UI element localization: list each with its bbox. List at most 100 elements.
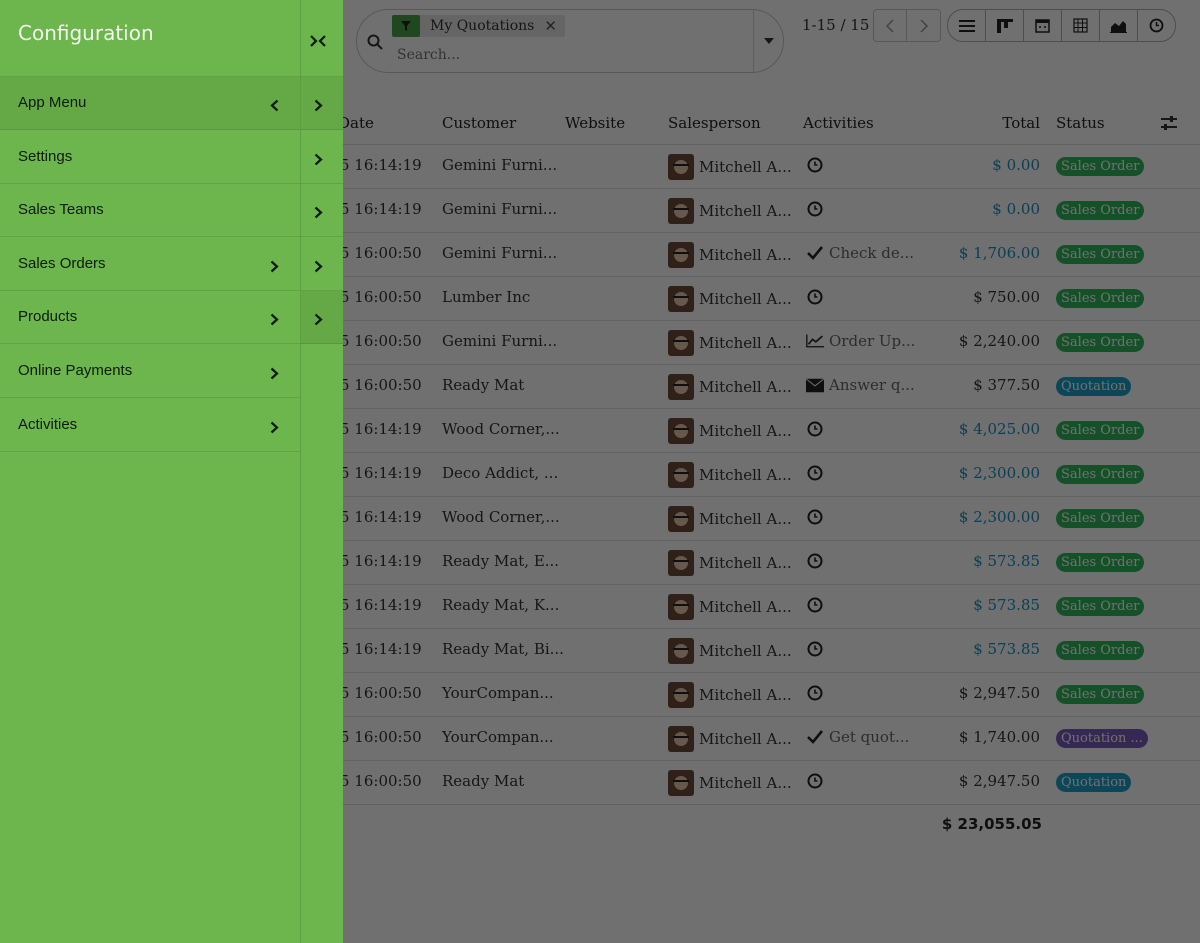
drawer-item-sales-orders[interactable]: Sales Orders	[0, 238, 300, 291]
total-cell: $ 1,706.00	[958, 244, 1040, 262]
table-row[interactable]: 5 16:14:19 Gemini Furni... Mitchell A... $ …	[330, 189, 1200, 233]
total-cell: $ 2,947.50	[958, 684, 1040, 702]
column-header-activities[interactable]: Activities	[803, 114, 874, 132]
status-badge: Quotation	[1056, 377, 1132, 396]
activity-cell[interactable]	[806, 156, 829, 174]
drawer-item-products[interactable]: Products	[0, 291, 300, 345]
table-row[interactable]: 5 16:00:50 Lumber Inc Mitchell A... $ 750.0…	[330, 277, 1200, 321]
clock-icon[interactable]	[806, 200, 824, 218]
activity-cell[interactable]	[806, 640, 829, 658]
table-row[interactable]: 5 16:14:19 Deco Addict, ... Mitchell A... $…	[330, 453, 1200, 497]
avatar	[668, 770, 694, 796]
clock-icon[interactable]	[806, 464, 824, 482]
date-cell: 5 16:14:19	[340, 156, 422, 174]
activity-cell[interactable]	[806, 420, 829, 438]
pivot-view-button[interactable]	[1061, 9, 1100, 42]
remove-facet-icon[interactable]: ✕	[544, 17, 557, 35]
salesperson-cell: Mitchell A...	[668, 770, 792, 796]
kanban-view-button[interactable]	[985, 9, 1024, 42]
activity-cell[interactable]	[806, 772, 829, 790]
clock-icon[interactable]	[806, 552, 824, 570]
check-icon[interactable]	[806, 244, 824, 262]
clock-icon[interactable]	[806, 420, 824, 438]
date-cell: 5 16:14:19	[340, 640, 422, 658]
search-options-toggle-icon[interactable]	[763, 35, 775, 47]
activity-cell[interactable]	[806, 464, 829, 482]
column-header-salesperson[interactable]: Salesperson	[668, 114, 761, 132]
chevron-right-icon[interactable]	[270, 258, 279, 277]
drawer-item-sales-teams[interactable]: Sales Teams	[0, 184, 300, 238]
list-view-button[interactable]	[947, 9, 986, 42]
table-row[interactable]: 5 16:00:50 Gemini Furni... Mitchell A... Ch…	[330, 233, 1200, 277]
date-cell: 5 16:00:50	[340, 376, 422, 394]
table-row[interactable]: 5 16:14:19 Ready Mat, Bi... Mitchell A... $…	[330, 629, 1200, 673]
avatar	[668, 462, 694, 488]
graph-view-button[interactable]	[1099, 9, 1138, 42]
clock-icon[interactable]	[806, 640, 824, 658]
chevron-left-icon[interactable]	[270, 97, 279, 116]
clock-icon[interactable]	[806, 684, 824, 702]
next-page-button[interactable]	[907, 9, 941, 42]
avatar	[668, 550, 694, 576]
activity-cell[interactable]	[806, 508, 829, 526]
drawer-item-settings[interactable]: Settings	[0, 131, 300, 184]
chart-line-icon[interactable]	[806, 332, 824, 350]
envelope-icon[interactable]	[806, 376, 824, 394]
column-header-customer[interactable]: Customer	[442, 114, 516, 132]
chevron-right-icon[interactable]	[270, 419, 279, 438]
collapse-icon[interactable]	[309, 32, 327, 50]
activity-cell[interactable]	[806, 288, 829, 306]
optional-columns-icon[interactable]	[1161, 115, 1177, 131]
customer-cell: Ready Mat	[442, 772, 525, 790]
clock-icon[interactable]	[806, 596, 824, 614]
submenu-toggle[interactable]	[301, 131, 343, 184]
column-header-status[interactable]: Status	[1056, 114, 1105, 132]
salesperson-name: Mitchell A...	[699, 510, 792, 528]
column-header-total[interactable]: Total	[960, 114, 1040, 132]
salesperson-cell: Mitchell A...	[668, 242, 792, 268]
avatar	[668, 198, 694, 224]
table-row[interactable]: 5 16:14:19 Wood Corner,... Mitchell A... $ …	[330, 497, 1200, 541]
calendar-icon	[1035, 19, 1050, 33]
column-header-website[interactable]: Website	[565, 114, 625, 132]
activity-cell[interactable]	[806, 684, 829, 702]
activity-cell[interactable]	[806, 552, 829, 570]
clock-icon[interactable]	[806, 508, 824, 526]
table-row[interactable]: 5 16:14:19 Gemini Furni... Mitchell A... $ …	[330, 145, 1200, 189]
clock-icon[interactable]	[806, 156, 824, 174]
chevron-right-icon[interactable]	[270, 365, 279, 384]
activity-cell[interactable]	[806, 596, 829, 614]
table-row[interactable]: 5 16:00:50 Gemini Furni... Mitchell A... Or…	[330, 321, 1200, 365]
table-row[interactable]: 5 16:00:50 Ready Mat Mitchell A... Answer q…	[330, 365, 1200, 409]
drawer-item-app-menu[interactable]: App Menu	[0, 77, 300, 130]
calendar-view-button[interactable]	[1023, 9, 1062, 42]
search-bar[interactable]: My Quotations ✕	[356, 9, 784, 73]
table-row[interactable]: 5 16:00:50 YourCompan... Mitchell A... $ 2,…	[330, 673, 1200, 717]
check-icon[interactable]	[806, 728, 824, 746]
table-row[interactable]: 5 16:14:19 Ready Mat, E... Mitchell A... $ …	[330, 541, 1200, 585]
clock-icon[interactable]	[806, 772, 824, 790]
status-badge: Sales Order	[1056, 509, 1145, 528]
chevron-right-icon[interactable]	[270, 311, 279, 330]
table-row[interactable]: 5 16:00:50 Ready Mat Mitchell A... $ 2,947.…	[330, 761, 1200, 805]
pager-value[interactable]: 1-15 / 15	[802, 16, 869, 34]
status-cell: Sales Order	[1056, 684, 1145, 704]
submenu-toggle[interactable]	[301, 77, 343, 130]
activity-view-button[interactable]	[1137, 9, 1176, 42]
drawer-item-online-payments[interactable]: Online Payments	[0, 345, 300, 398]
table-row[interactable]: 5 16:00:50 YourCompan... Mitchell A... Get …	[330, 717, 1200, 761]
submenu-toggle[interactable]	[301, 184, 343, 238]
activity-cell[interactable]	[806, 200, 829, 218]
avatar	[668, 154, 694, 180]
search-input[interactable]	[395, 46, 749, 64]
column-header-date[interactable]: Date	[338, 114, 374, 132]
filter-facet[interactable]: My Quotations ✕	[392, 15, 565, 37]
salesperson-cell: Mitchell A...	[668, 286, 792, 312]
table-row[interactable]: 5 16:14:19 Wood Corner,... Mitchell A... $ …	[330, 409, 1200, 453]
table-row[interactable]: 5 16:14:19 Ready Mat, K... Mitchell A... $ …	[330, 585, 1200, 629]
previous-page-button[interactable]	[873, 9, 907, 42]
clock-icon[interactable]	[806, 288, 824, 306]
drawer-item-activities[interactable]: Activities	[0, 399, 300, 452]
submenu-toggle[interactable]	[301, 291, 343, 345]
submenu-toggle[interactable]	[301, 238, 343, 291]
